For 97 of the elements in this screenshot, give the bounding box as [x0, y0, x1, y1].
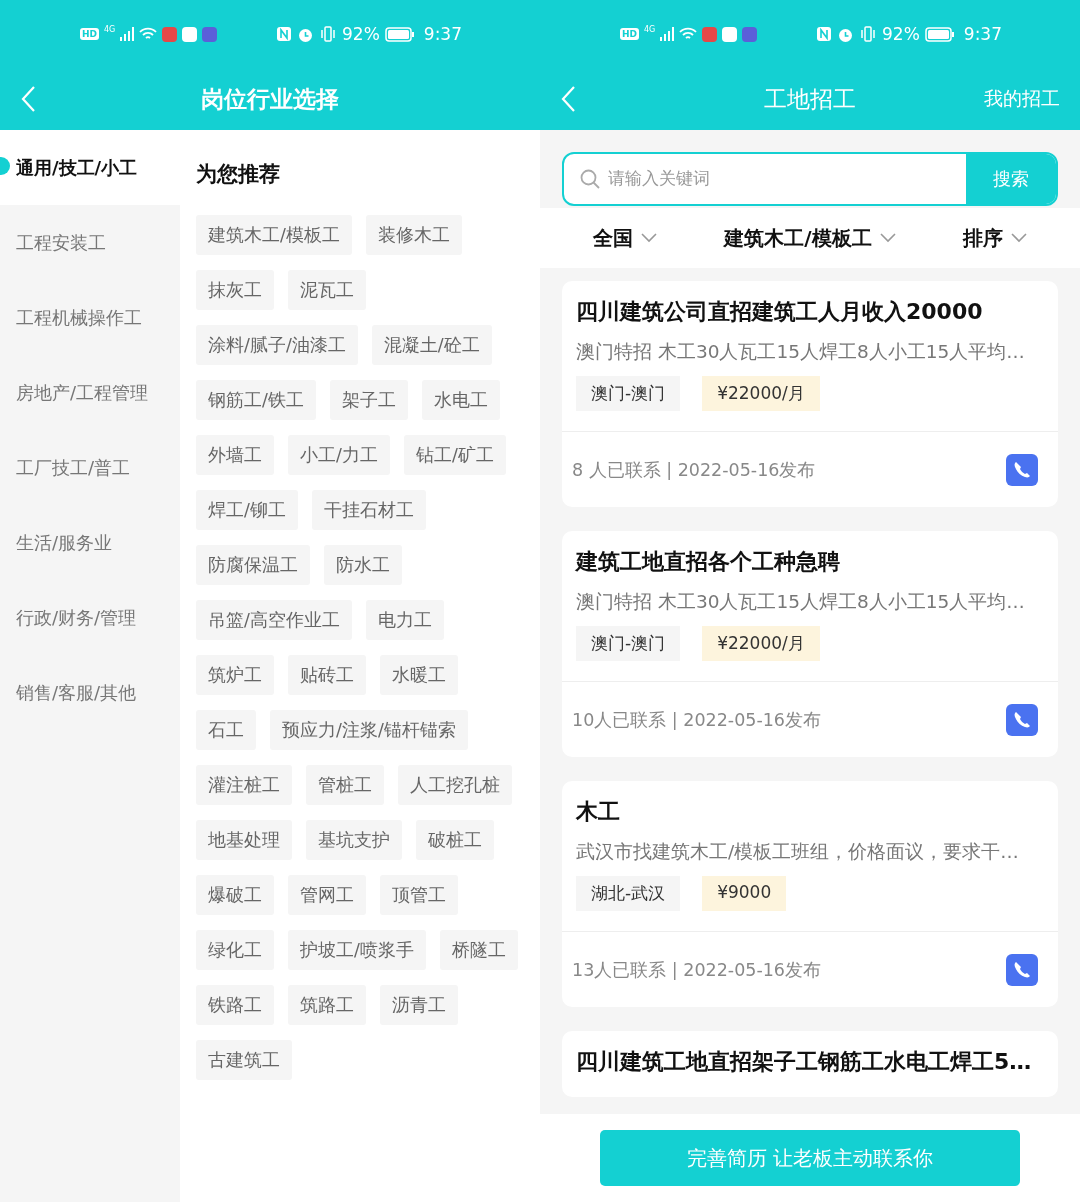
- job-type-tag[interactable]: 外墙工: [196, 435, 274, 475]
- job-type-tag[interactable]: 沥青工: [380, 985, 458, 1025]
- category-item[interactable]: 通用/技工/小工: [0, 130, 180, 205]
- job-type-tag[interactable]: 架子工: [329, 380, 408, 420]
- contact-info: 13人已联系 | 2022-05-16发布: [572, 958, 821, 982]
- job-type-tag[interactable]: 干挂石材工: [311, 490, 426, 530]
- battery-icon: [924, 26, 955, 42]
- job-type-tag[interactable]: 桥隧工: [439, 930, 518, 970]
- app-icon: [702, 26, 718, 42]
- wifi-icon: [679, 27, 698, 41]
- job-type-tag[interactable]: 地基处理: [196, 820, 292, 860]
- app-icon: [742, 26, 758, 42]
- job-description: 澳门特招 木工30人瓦工15人焊工8人小工15人平均…: [576, 590, 1026, 614]
- job-type-tag[interactable]: 管网工: [288, 875, 366, 915]
- chevron-down-icon: [879, 233, 896, 243]
- job-type-tag[interactable]: 防水工: [324, 545, 402, 585]
- job-type-tag[interactable]: 顶管工: [380, 875, 458, 915]
- job-type-tag[interactable]: 抹灰工: [196, 270, 274, 310]
- status-time: 9:37: [963, 24, 1002, 44]
- job-type-tag[interactable]: 电力工: [365, 600, 444, 640]
- chevron-down-icon: [1010, 233, 1027, 243]
- nfc-icon: [816, 26, 832, 42]
- job-description: 武汉市找建筑木工/模板工班组，价格面议，要求干…: [576, 840, 1020, 864]
- nfc-icon: [276, 26, 292, 42]
- job-type-tag[interactable]: 灌注桩工: [196, 765, 292, 805]
- network-type-label: 4G: [104, 24, 116, 34]
- job-title: 建筑工地直招各个工种急聘: [576, 548, 841, 576]
- job-type-tag[interactable]: 小工/力工: [288, 435, 390, 475]
- contact-info: 10人已联系 | 2022-05-16发布: [572, 708, 821, 732]
- job-description: 澳门特招 木工30人瓦工15人焊工8人小工15人平均…: [576, 340, 1026, 364]
- phone-icon[interactable]: [1006, 703, 1038, 736]
- job-type-tag[interactable]: 预应力/注浆/锚杆锚索: [270, 710, 468, 750]
- job-type-tag[interactable]: 贴砖工: [288, 655, 366, 695]
- app-icon: [162, 26, 178, 42]
- hd-icon: HD: [620, 28, 639, 40]
- job-type-tag[interactable]: 护坡工/喷浆手: [288, 930, 426, 970]
- job-type-tag[interactable]: 爆破工: [196, 875, 274, 915]
- job-card[interactable]: 四川建筑工地直招架子工钢筋工水电工焊工5…: [562, 1031, 1058, 1097]
- app-icon: [182, 26, 198, 42]
- job-type-tag[interactable]: 人工挖孔桩: [398, 765, 512, 805]
- filter-dropdown[interactable]: 建筑木工/模板工: [724, 224, 896, 252]
- job-type-tag[interactable]: 防腐保温工: [196, 545, 310, 585]
- job-type-tag[interactable]: 水暖工: [380, 655, 458, 695]
- contact-info: 8 人已联系 | 2022-05-16发布: [572, 458, 816, 482]
- signal-icon: [660, 27, 675, 41]
- section-heading: 为您推荐: [196, 161, 281, 188]
- location-tag: 澳门-澳门: [576, 626, 681, 661]
- job-type-tag[interactable]: 钻工/矿工: [403, 435, 506, 475]
- job-type-tag[interactable]: 建筑木工/模板工: [196, 215, 352, 255]
- job-type-tag[interactable]: 水电工: [421, 380, 500, 420]
- job-type-tag[interactable]: 装修木工: [365, 215, 462, 255]
- job-type-tag[interactable]: 泥瓦工: [288, 270, 366, 310]
- app-icon: [202, 26, 218, 42]
- battery-percentage: 92%: [342, 24, 380, 44]
- job-type-tag[interactable]: 铁路工: [196, 985, 274, 1025]
- job-type-tag[interactable]: 管桩工: [306, 765, 384, 805]
- salary-tag: ¥22000/月: [702, 376, 820, 411]
- job-type-tag[interactable]: 钢筋工/铁工: [196, 380, 316, 420]
- job-card[interactable]: 建筑工地直招各个工种急聘 澳门特招 木工30人瓦工15人焊工8人小工15人平均… 澳门-澳门 ¥22000/月 10人已联系 | 2022-05-16发布: [562, 531, 1058, 757]
- battery-percentage: 92%: [882, 24, 920, 44]
- job-type-tag[interactable]: 筑路工: [288, 985, 366, 1025]
- job-title: 四川建筑工地直招架子工钢筋工水电工焊工5…: [576, 1048, 1033, 1076]
- job-card[interactable]: 四川建筑公司直招建筑工人月收入20000 澳门特招 木工30人瓦工15人焊工8人小工15人平均… 澳门-澳门 ¥22000/月 8 人已联系 | 2022-05-16发布: [562, 281, 1058, 507]
- job-title: 四川建筑公司直招建筑工人月收入20000: [576, 298, 984, 326]
- network-type-label: 4G: [644, 24, 656, 34]
- salary-tag: ¥9000: [702, 876, 787, 911]
- salary-tag: ¥22000/月: [702, 626, 820, 661]
- battery-icon: [384, 26, 415, 42]
- signal-icon: [120, 27, 135, 41]
- job-type-tag[interactable]: 混凝土/砼工: [371, 325, 492, 365]
- status-time: 9:37: [423, 24, 462, 44]
- job-type-tag[interactable]: 涂料/腻子/油漆工: [196, 325, 358, 365]
- page-title: 岗位行业选择: [201, 84, 339, 114]
- app-icon: [722, 26, 738, 42]
- job-type-tag[interactable]: 石工: [196, 710, 256, 750]
- job-card[interactable]: 木工 武汉市找建筑木工/模板工班组，价格面议，要求干… 湖北-武汉 ¥9000 13人已联系 | 2022-05-16发布: [562, 781, 1058, 1007]
- filter-dropdown[interactable]: 全国: [593, 224, 658, 252]
- job-type-tag[interactable]: 绿化工: [196, 930, 274, 970]
- job-type-tag[interactable]: 破桩工: [416, 820, 494, 860]
- search-icon: [580, 169, 600, 189]
- location-tag: 澳门-澳门: [576, 376, 681, 411]
- job-type-tag[interactable]: 基坑支护: [306, 820, 402, 860]
- location-tag: 湖北-武汉: [576, 876, 681, 911]
- hd-icon: HD: [80, 28, 99, 40]
- filter-dropdown[interactable]: 排序: [962, 224, 1027, 252]
- job-type-tag[interactable]: 古建筑工: [196, 1040, 292, 1080]
- vibrate-icon: [859, 26, 877, 42]
- job-type-tag[interactable]: 焊工/铆工: [196, 490, 298, 530]
- vibrate-icon: [319, 26, 337, 42]
- page-title: 工地招工: [764, 84, 856, 114]
- phone-icon[interactable]: [1006, 453, 1038, 486]
- job-type-tag[interactable]: 吊篮/高空作业工: [196, 600, 352, 640]
- job-title: 木工: [576, 798, 621, 826]
- chevron-down-icon: [641, 233, 658, 243]
- wifi-icon: [139, 27, 158, 41]
- job-type-tag[interactable]: 筑炉工: [196, 655, 274, 695]
- phone-icon[interactable]: [1006, 953, 1038, 986]
